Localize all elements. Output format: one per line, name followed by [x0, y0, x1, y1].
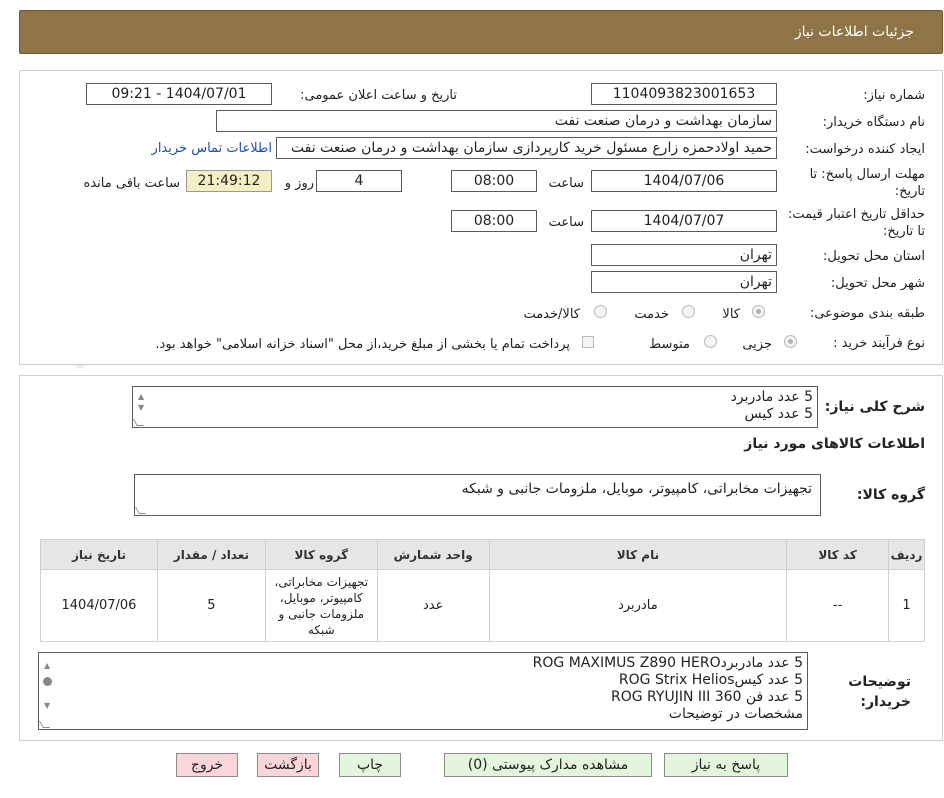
buyer-notes-label: توضیحات خریدار: — [848, 674, 911, 710]
requester-label: ایجاد کننده درخواست: — [805, 142, 925, 157]
resize-grip-icon[interactable] — [135, 507, 147, 514]
category-option-goods: کالا — [722, 307, 740, 322]
days-label: روز و — [284, 176, 314, 191]
need-number-label: شماره نیاز: — [863, 88, 925, 103]
announce-datetime-label: تاریخ و ساعت اعلان عمومی: — [300, 88, 457, 103]
view-attachments-button[interactable]: مشاهده مدارک پیوستی (0) — [444, 753, 652, 777]
back-button[interactable]: بازگشت — [257, 753, 319, 777]
col-row-number: ردیف — [888, 539, 925, 570]
summary-textarea[interactable]: 5 عدد مادربرد 5 عدد کیس ▲ ▼ — [132, 386, 818, 428]
summary-line: 5 عدد مادربرد — [730, 389, 813, 405]
treasury-payment-note: پرداخت تمام یا بخشی از مبلغ خرید،از محل … — [155, 337, 570, 352]
reply-to-need-button[interactable]: پاسخ به نیاز — [664, 753, 788, 777]
cell-unit: عدد — [376, 569, 490, 642]
buyer-notes-textarea[interactable]: 5 عدد مادربردROG MAXIMUS Z890 HERO 5 عدد… — [38, 652, 808, 730]
goods-table: ردیف کد کالا نام کالا واحد شمارش گروه کا… — [40, 539, 925, 642]
city-label: شهر محل تحویل: — [830, 276, 925, 291]
deadline-label: مهلت ارسال پاسخ: تا تاریخ: — [809, 167, 925, 199]
province-label: استان محل تحویل: — [823, 249, 925, 264]
process-radio-medium[interactable] — [704, 335, 717, 348]
buyer-contact-link[interactable]: اطلاعات تماس خریدار — [152, 141, 272, 156]
requester-field: حمید اولادحمزه زارع مسئول خرید کارپردازی… — [276, 137, 777, 159]
price-validity-time-field: 08:00 — [451, 210, 537, 232]
col-goods-name: نام کالا — [488, 539, 788, 570]
process-option-minor: جزیی — [742, 337, 772, 352]
page-header: جزئیات اطلاعات نیاز — [19, 10, 943, 54]
col-unit: واحد شمارش — [376, 539, 490, 570]
scroll-up-icon[interactable]: ▲ — [44, 657, 50, 674]
buyer-org-field: سازمان بهداشت و درمان صنعت نفت — [216, 110, 777, 132]
cell-goods-name: مادربرد — [488, 569, 788, 642]
page-title: جزئیات اطلاعات نیاز — [794, 24, 914, 40]
cell-row-number: 1 — [888, 569, 925, 642]
summary-label: شرح کلی نیاز: — [824, 399, 925, 415]
deadline-date-field: 1404/07/06 — [591, 170, 777, 192]
price-validity-time-label: ساعت — [548, 215, 584, 230]
col-quantity: تعداد / مقدار — [156, 539, 266, 570]
process-radio-minor[interactable] — [784, 335, 797, 348]
col-goods-group: گروه کالا — [264, 539, 378, 570]
goods-group-value: تجهیزات مخابراتی، کامپیوتر، موبایل، ملزو… — [461, 481, 812, 497]
cell-goods-group: تجهیزات مخابراتی، کامپیوتر، موبایل، ملزو… — [264, 569, 378, 642]
category-option-goods-service: کالا/خدمت — [523, 307, 580, 322]
col-need-date: تاریخ نیاز — [40, 539, 158, 570]
buyer-note-line: 5 عدد فن ROG RYUJIN III 360 — [611, 689, 803, 705]
process-type-label: نوع فرآیند خرید : — [833, 336, 925, 351]
remaining-time-label: ساعت باقی مانده — [83, 176, 180, 191]
category-option-service: خدمت — [634, 307, 669, 322]
goods-info-title: اطلاعات کالاهای مورد نیاز — [744, 436, 925, 452]
cell-need-date: 1404/07/06 — [40, 569, 158, 642]
category-label: طبقه بندی موضوعی: — [809, 306, 925, 321]
col-goods-code: کد کالا — [786, 539, 890, 570]
process-option-medium: متوسط — [649, 337, 690, 352]
goods-group-textarea[interactable]: تجهیزات مخابراتی، کامپیوتر، موبایل، ملزو… — [134, 474, 821, 516]
summary-line: 5 عدد کیس — [744, 406, 814, 422]
scroll-down-icon[interactable]: ▼ — [44, 697, 50, 714]
goods-group-label: گروه کالا: — [856, 487, 925, 503]
remaining-time-field: 21:49:12 — [186, 170, 272, 192]
treasury-payment-checkbox[interactable] — [582, 336, 594, 348]
price-validity-date-field: 1404/07/07 — [591, 210, 777, 232]
deadline-time-label: ساعت — [548, 176, 584, 191]
print-button[interactable]: چاپ — [339, 753, 401, 777]
deadline-time-field: 08:00 — [451, 170, 537, 192]
category-radio-service[interactable] — [682, 305, 695, 318]
scroll-thumb[interactable] — [43, 677, 52, 686]
cell-goods-code: -- — [786, 569, 890, 642]
cell-quantity: 5 — [156, 569, 266, 642]
goods-table-header-row: ردیف کد کالا نام کالا واحد شمارش گروه کا… — [40, 539, 925, 570]
province-field: تهران — [591, 244, 777, 266]
category-radio-goods[interactable] — [752, 305, 765, 318]
exit-button[interactable]: خروج — [176, 753, 238, 777]
need-number-field: 1104093823001653 — [591, 83, 777, 105]
table-row: 1 -- مادربرد عدد تجهیزات مخابراتی، کامپی… — [40, 569, 925, 642]
buyer-note-line: 5 عدد مادربردROG MAXIMUS Z890 HERO — [532, 655, 803, 671]
buyer-org-label: نام دستگاه خریدار: — [822, 115, 925, 130]
announce-datetime-field: 1404/07/01 - 09:21 — [86, 83, 272, 105]
buyer-note-line: مشخصات در توضیحات — [668, 706, 803, 722]
scroll-down-icon[interactable]: ▼ — [138, 399, 144, 416]
buyer-note-line: 5 عدد کیسROG Strix Helios — [618, 672, 803, 688]
price-validity-label: حداقل تاریخ اعتبار قیمت: تا تاریخ: — [787, 207, 925, 239]
category-radio-goods-service[interactable] — [594, 305, 607, 318]
city-field: تهران — [591, 271, 777, 293]
days-remaining-field: 4 — [316, 170, 402, 192]
